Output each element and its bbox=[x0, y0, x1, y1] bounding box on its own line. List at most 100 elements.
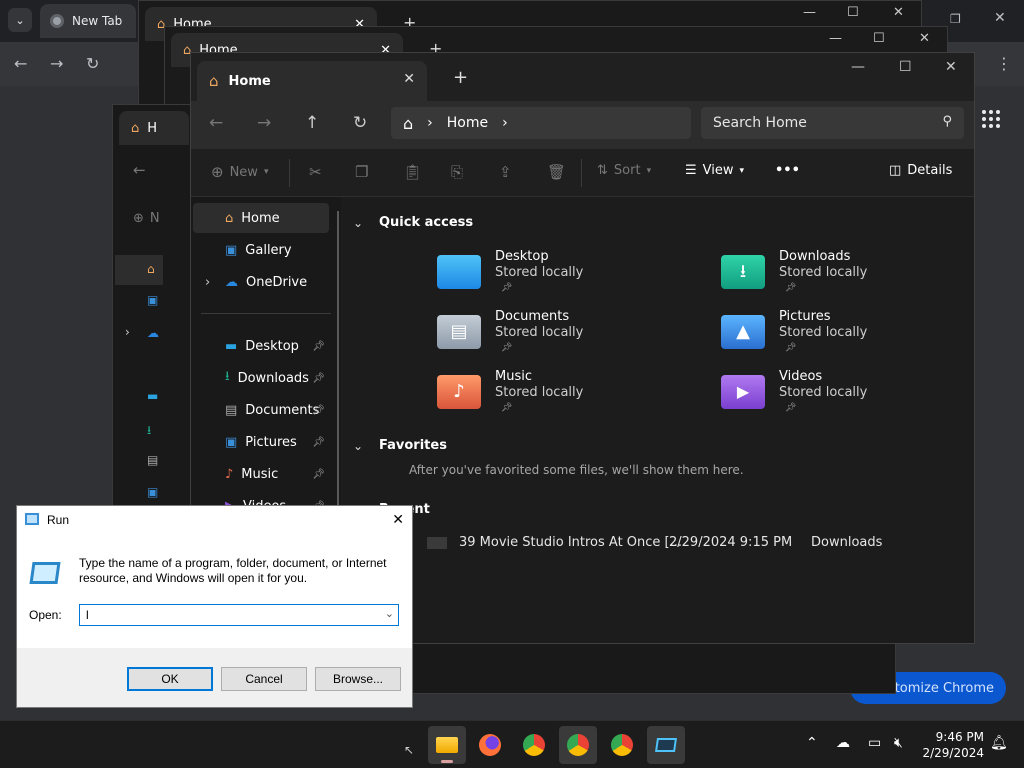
taskbar-chrome-profile[interactable] bbox=[559, 726, 597, 764]
quick-access-downloads[interactable]: ⭳ Downloads Stored locally 📌︎ bbox=[721, 249, 971, 301]
breadcrumb[interactable]: Home bbox=[447, 115, 488, 131]
new-tab-plus-icon[interactable]: + bbox=[453, 67, 468, 88]
sidebar-scrollbar[interactable] bbox=[337, 211, 339, 511]
quick-access-music[interactable]: ♪ Music Stored locally 📌︎ bbox=[437, 369, 687, 421]
back-icon[interactable]: ← bbox=[133, 161, 146, 179]
details-button[interactable]: ◫ Details bbox=[889, 163, 952, 178]
sidebar-item-music[interactable]: ♪ Music 📌︎ bbox=[193, 459, 329, 489]
close-icon[interactable]: ✕ bbox=[392, 511, 404, 528]
quick-access-desktop[interactable]: Desktop Stored locally 📌︎ bbox=[437, 249, 687, 301]
chrome-close-icon[interactable]: ✕ bbox=[994, 10, 1006, 26]
chrome-tab-title: New Tab bbox=[72, 14, 123, 28]
explorer-tab-home[interactable]: ⌂ Home ✕ bbox=[197, 61, 427, 101]
new-button[interactable]: ⊕ New ▾ bbox=[211, 163, 268, 181]
sidebar-item-onedrive[interactable]: › ☁ OneDrive bbox=[193, 267, 329, 297]
delete-icon[interactable]: 🗑︎ bbox=[547, 163, 566, 181]
folder-pictures-icon: ▲ bbox=[721, 315, 765, 349]
run-description: Type the name of a program, folder, docu… bbox=[79, 556, 387, 585]
pin-icon: 📌︎ bbox=[501, 343, 513, 353]
taskbar-clock[interactable]: 9:46 PM 2/29/2024 bbox=[922, 729, 984, 761]
sidebar-item-home[interactable] bbox=[115, 255, 163, 285]
maximize-icon[interactable]: ☐ bbox=[899, 59, 912, 75]
section-title: Quick access bbox=[379, 215, 474, 230]
pin-icon[interactable]: 📌︎ bbox=[312, 341, 325, 352]
sidebar-item-pictures[interactable]: ▣ Pictures 📌︎ bbox=[193, 427, 329, 457]
chrome-forward-icon[interactable]: → bbox=[50, 54, 63, 73]
view-button[interactable]: ☰ View ▾ bbox=[685, 163, 744, 178]
sidebar-item-label: Gallery bbox=[245, 242, 292, 258]
cancel-button[interactable]: Cancel bbox=[221, 667, 307, 691]
onedrive-offline-icon[interactable]: ☁ bbox=[836, 735, 850, 751]
minimize-icon[interactable]: — bbox=[803, 5, 816, 20]
taskbar-firefox[interactable] bbox=[471, 726, 509, 764]
forward-icon[interactable]: → bbox=[257, 113, 271, 133]
breadcrumb-chevron-icon[interactable]: › bbox=[502, 115, 508, 131]
run-app-icon bbox=[25, 513, 39, 525]
pin-icon[interactable]: 📌︎ bbox=[312, 405, 325, 416]
sidebar-item-downloads[interactable]: ⭳ Downloads 📌︎ bbox=[193, 363, 329, 393]
quick-access-documents[interactable]: ▤ Documents Stored locally 📌︎ bbox=[437, 309, 687, 361]
pin-icon[interactable]: 📌︎ bbox=[312, 373, 325, 384]
close-icon[interactable]: ✕ bbox=[919, 31, 930, 46]
recent-file-name[interactable]: 39 Movie Studio Intros At Once [... bbox=[459, 535, 682, 550]
sidebar-item-gallery[interactable]: ▣ Gallery bbox=[193, 235, 329, 265]
share-icon[interactable]: ⇪ bbox=[499, 163, 512, 181]
chevron-down-icon[interactable]: ⌄ bbox=[385, 607, 394, 620]
explorer-back-3-tab[interactable]: ⌂ Home bbox=[119, 111, 189, 145]
taskbar-file-explorer[interactable] bbox=[428, 726, 466, 764]
favorites-header[interactable]: ⌄ Favorites bbox=[353, 438, 447, 453]
chrome-tab-new-tab[interactable]: New Tab bbox=[40, 4, 136, 38]
quick-access-videos[interactable]: ▶ Videos Stored locally 📌︎ bbox=[721, 369, 971, 421]
search-input[interactable]: Search Home ⚲ bbox=[701, 107, 964, 139]
minimize-icon[interactable]: — bbox=[851, 59, 865, 75]
chrome-menu-icon[interactable]: ⋮ bbox=[996, 54, 1012, 73]
display-icon[interactable]: ▭ bbox=[868, 735, 881, 751]
chevron-down-icon[interactable]: ⌄ bbox=[353, 439, 363, 453]
quick-access-pictures[interactable]: ▲ Pictures Stored locally 📌︎ bbox=[721, 309, 971, 361]
sidebar-item-desktop[interactable]: ▬ Desktop 📌︎ bbox=[193, 331, 329, 361]
chrome-reload-icon[interactable]: ↻ bbox=[86, 54, 99, 73]
quick-access-header[interactable]: ⌄ Quick access bbox=[353, 215, 474, 230]
chrome-tab-search-icon[interactable]: ⌄ bbox=[8, 8, 32, 32]
new-button[interactable]: ⊕ New bbox=[133, 211, 160, 226]
chrome-back-icon[interactable]: ← bbox=[14, 54, 27, 73]
sort-icon: ⇅ bbox=[597, 163, 608, 178]
tray-overflow-chevron-icon[interactable]: ⌃ bbox=[806, 735, 818, 751]
favorites-empty-text: After you've favorited some files, we'll… bbox=[409, 463, 744, 477]
maximize-icon[interactable]: ☐ bbox=[873, 31, 885, 46]
copy-icon[interactable]: ❐ bbox=[355, 163, 368, 181]
cut-icon[interactable]: ✂ bbox=[309, 163, 322, 181]
close-tab-icon[interactable]: ✕ bbox=[403, 71, 415, 87]
more-options-button[interactable]: ••• bbox=[775, 163, 800, 178]
paste-icon[interactable]: 📋︎ bbox=[403, 163, 422, 181]
address-bar[interactable]: ⌂ › Home › bbox=[391, 107, 691, 139]
sidebar-item-home[interactable]: ⌂ Home bbox=[193, 203, 329, 233]
taskbar-chrome-1[interactable] bbox=[515, 726, 553, 764]
pin-icon[interactable]: 📌︎ bbox=[312, 437, 325, 448]
open-combobox[interactable]: l ⌄ bbox=[79, 604, 399, 626]
chrome-apps-icon[interactable] bbox=[980, 108, 1002, 130]
close-icon[interactable]: ✕ bbox=[893, 5, 904, 20]
sort-button[interactable]: ⇅ Sort ▾ bbox=[597, 163, 651, 178]
up-icon[interactable]: ↑ bbox=[305, 113, 319, 133]
chevron-right-icon[interactable]: › bbox=[125, 325, 130, 339]
chrome-restore-icon[interactable]: ❐ bbox=[950, 12, 961, 26]
taskbar-run[interactable] bbox=[647, 726, 685, 764]
volume-muted-icon[interactable]: 🔇︎ bbox=[894, 735, 903, 751]
pin-icon[interactable]: 📌︎ bbox=[312, 469, 325, 480]
maximize-icon[interactable]: ☐ bbox=[847, 5, 859, 20]
browse-button[interactable]: Browse... bbox=[315, 667, 401, 691]
minimize-icon[interactable]: — bbox=[829, 31, 842, 46]
chevron-down-icon[interactable]: ⌄ bbox=[353, 216, 363, 230]
notification-bell-icon[interactable]: 🔔︎ bbox=[990, 735, 1008, 751]
ok-button[interactable]: OK bbox=[127, 667, 213, 691]
run-title-bar[interactable]: Run ✕ bbox=[17, 506, 412, 534]
taskbar-chrome-2[interactable] bbox=[603, 726, 641, 764]
back-icon[interactable]: ← bbox=[209, 113, 223, 133]
rename-icon[interactable]: ⎘ bbox=[451, 163, 463, 181]
sidebar-item-documents[interactable]: ▤ Documents 📌︎ bbox=[193, 395, 329, 425]
chevron-down-icon: ▾ bbox=[646, 165, 652, 176]
refresh-icon[interactable]: ↻ bbox=[353, 113, 367, 133]
close-icon[interactable]: ✕ bbox=[945, 59, 957, 75]
chevron-right-icon[interactable]: › bbox=[205, 275, 210, 290]
